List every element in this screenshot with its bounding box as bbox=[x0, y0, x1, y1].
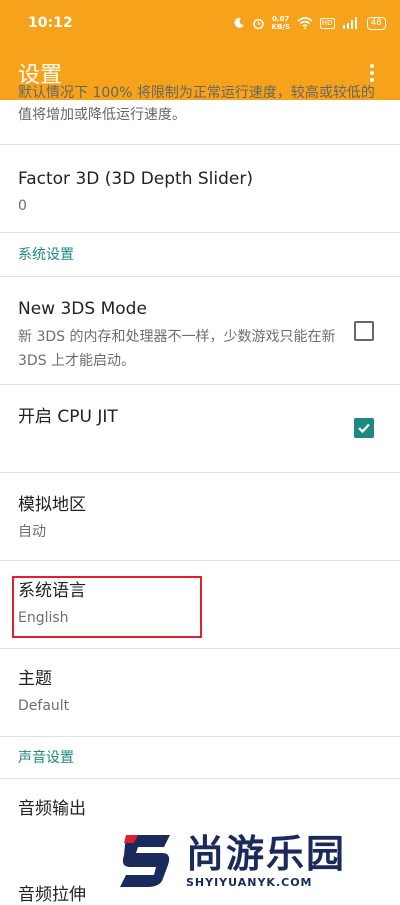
watermark: 尚游乐园 SHYIYUANYK.COM bbox=[118, 826, 400, 894]
section-header-audio: 声音设置 bbox=[0, 736, 400, 778]
setting-title: 模拟地区 bbox=[18, 495, 86, 515]
moon-icon bbox=[234, 17, 244, 28]
alarm-icon bbox=[252, 18, 264, 29]
watermark-chinese: 尚游乐园 bbox=[186, 831, 347, 876]
watermark-english: SHYIYUANYK.COM bbox=[186, 875, 313, 889]
checkmark-icon bbox=[358, 423, 370, 434]
wifi-icon bbox=[297, 17, 313, 29]
setting-cpu-jit[interactable]: 开启 CPU JIT bbox=[0, 384, 400, 472]
setting-title: 主题 bbox=[18, 669, 52, 689]
setting-emulated-region[interactable]: 模拟地区 自动 bbox=[0, 472, 400, 560]
setting-value: 0 bbox=[18, 198, 27, 214]
status-bar: 10:12 0.07 KB/S HD 48 bbox=[0, 0, 400, 46]
battery-indicator: 48 bbox=[366, 16, 386, 30]
setting-description: 新 3DS 的内存和处理器不一样，少数游戏只能在新 3DS 上才能启动。 bbox=[18, 329, 336, 369]
setting-title: Factor 3D (3D Depth Slider) bbox=[18, 169, 253, 189]
highlight-box bbox=[12, 576, 202, 638]
signal-icon bbox=[342, 17, 357, 29]
setting-new-3ds-mode[interactable]: New 3DS Mode 新 3DS 的内存和处理器不一样，少数游戏只能在新 3… bbox=[0, 276, 400, 384]
setting-title: 开启 CPU JIT bbox=[18, 407, 118, 427]
status-time: 10:12 bbox=[28, 15, 73, 31]
new-3ds-checkbox[interactable] bbox=[354, 321, 374, 341]
cut-description: 默认情况下 100% 将限制为正常运行速度，较高或较低的值将增加或降低运行速度。 bbox=[18, 85, 375, 123]
setting-audio-stretch[interactable]: 音频拉伸 bbox=[18, 880, 86, 905]
net-speed-unit: KB/S bbox=[271, 23, 290, 31]
setting-factor-3d[interactable]: Factor 3D (3D Depth Slider) 0 bbox=[0, 144, 400, 232]
watermark-logo bbox=[118, 829, 178, 891]
setting-title: New 3DS Mode bbox=[18, 299, 147, 319]
setting-theme[interactable]: 主题 Default bbox=[0, 648, 400, 736]
setting-value: 自动 bbox=[18, 524, 46, 540]
status-icons: 0.07 KB/S HD 48 bbox=[233, 15, 386, 31]
setting-title: 音频输出 bbox=[18, 799, 86, 819]
setting-value: Default bbox=[18, 698, 70, 714]
hd-badge: HD bbox=[319, 17, 335, 29]
net-speed-value: 0.07 bbox=[272, 15, 290, 23]
section-header-system: 系统设置 bbox=[0, 232, 400, 276]
net-speed: 0.07 KB/S bbox=[272, 15, 290, 31]
cpu-jit-checkbox[interactable] bbox=[354, 418, 374, 438]
